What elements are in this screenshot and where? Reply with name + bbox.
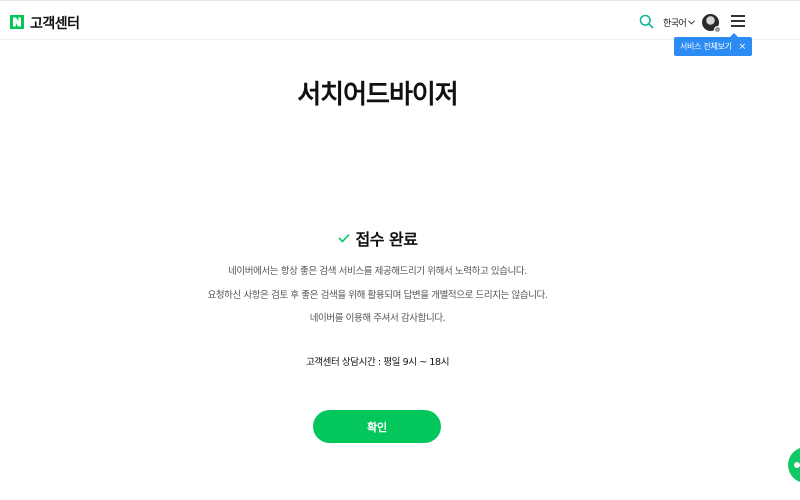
check-icon xyxy=(337,233,350,243)
description-line-3: 네이버를 이용해 주셔서 감사합니다. xyxy=(309,313,446,324)
tooltip-label: 서비스 전체보기 xyxy=(680,42,732,51)
description-line-2: 요청하신 사항은 검토 후 좋은 검색을 위해 활용되며 답변을 개별적으로 드… xyxy=(207,290,548,301)
language-selector[interactable]: 한국어 xyxy=(663,16,696,29)
status-text: 접수 완료 xyxy=(355,230,418,249)
confirm-button[interactable]: 확인 xyxy=(313,410,441,443)
status-heading: 접수 완료 xyxy=(0,226,755,250)
menu-icon[interactable] xyxy=(731,15,745,27)
chat-icon[interactable] xyxy=(788,447,800,483)
search-icon[interactable] xyxy=(639,14,654,29)
naver-logo-icon[interactable] xyxy=(10,15,24,29)
brand-title[interactable]: 고객센터 xyxy=(30,13,80,33)
close-icon[interactable]: × xyxy=(739,42,747,52)
support-hours: 고객센터 상담시간 : 평일 9시 ~ 18시 xyxy=(305,357,450,368)
chevron-down-icon xyxy=(688,20,696,25)
page: 고객센터 한국어 서비스 전체보기 × 서치어드바이저 접수 완료 네이버에서는… xyxy=(0,0,800,500)
description-line-1: 네이버에서는 항상 좋은 검색 서비스를 제공해드리기 위해서 노력하고 있습니… xyxy=(228,266,527,277)
avatar-badge xyxy=(714,26,721,33)
language-label: 한국어 xyxy=(663,19,687,29)
service-all-tooltip[interactable]: 서비스 전체보기 × xyxy=(674,33,752,56)
header: 고객센터 한국어 xyxy=(0,0,800,40)
page-title: 서치어드바이저 xyxy=(297,80,458,110)
